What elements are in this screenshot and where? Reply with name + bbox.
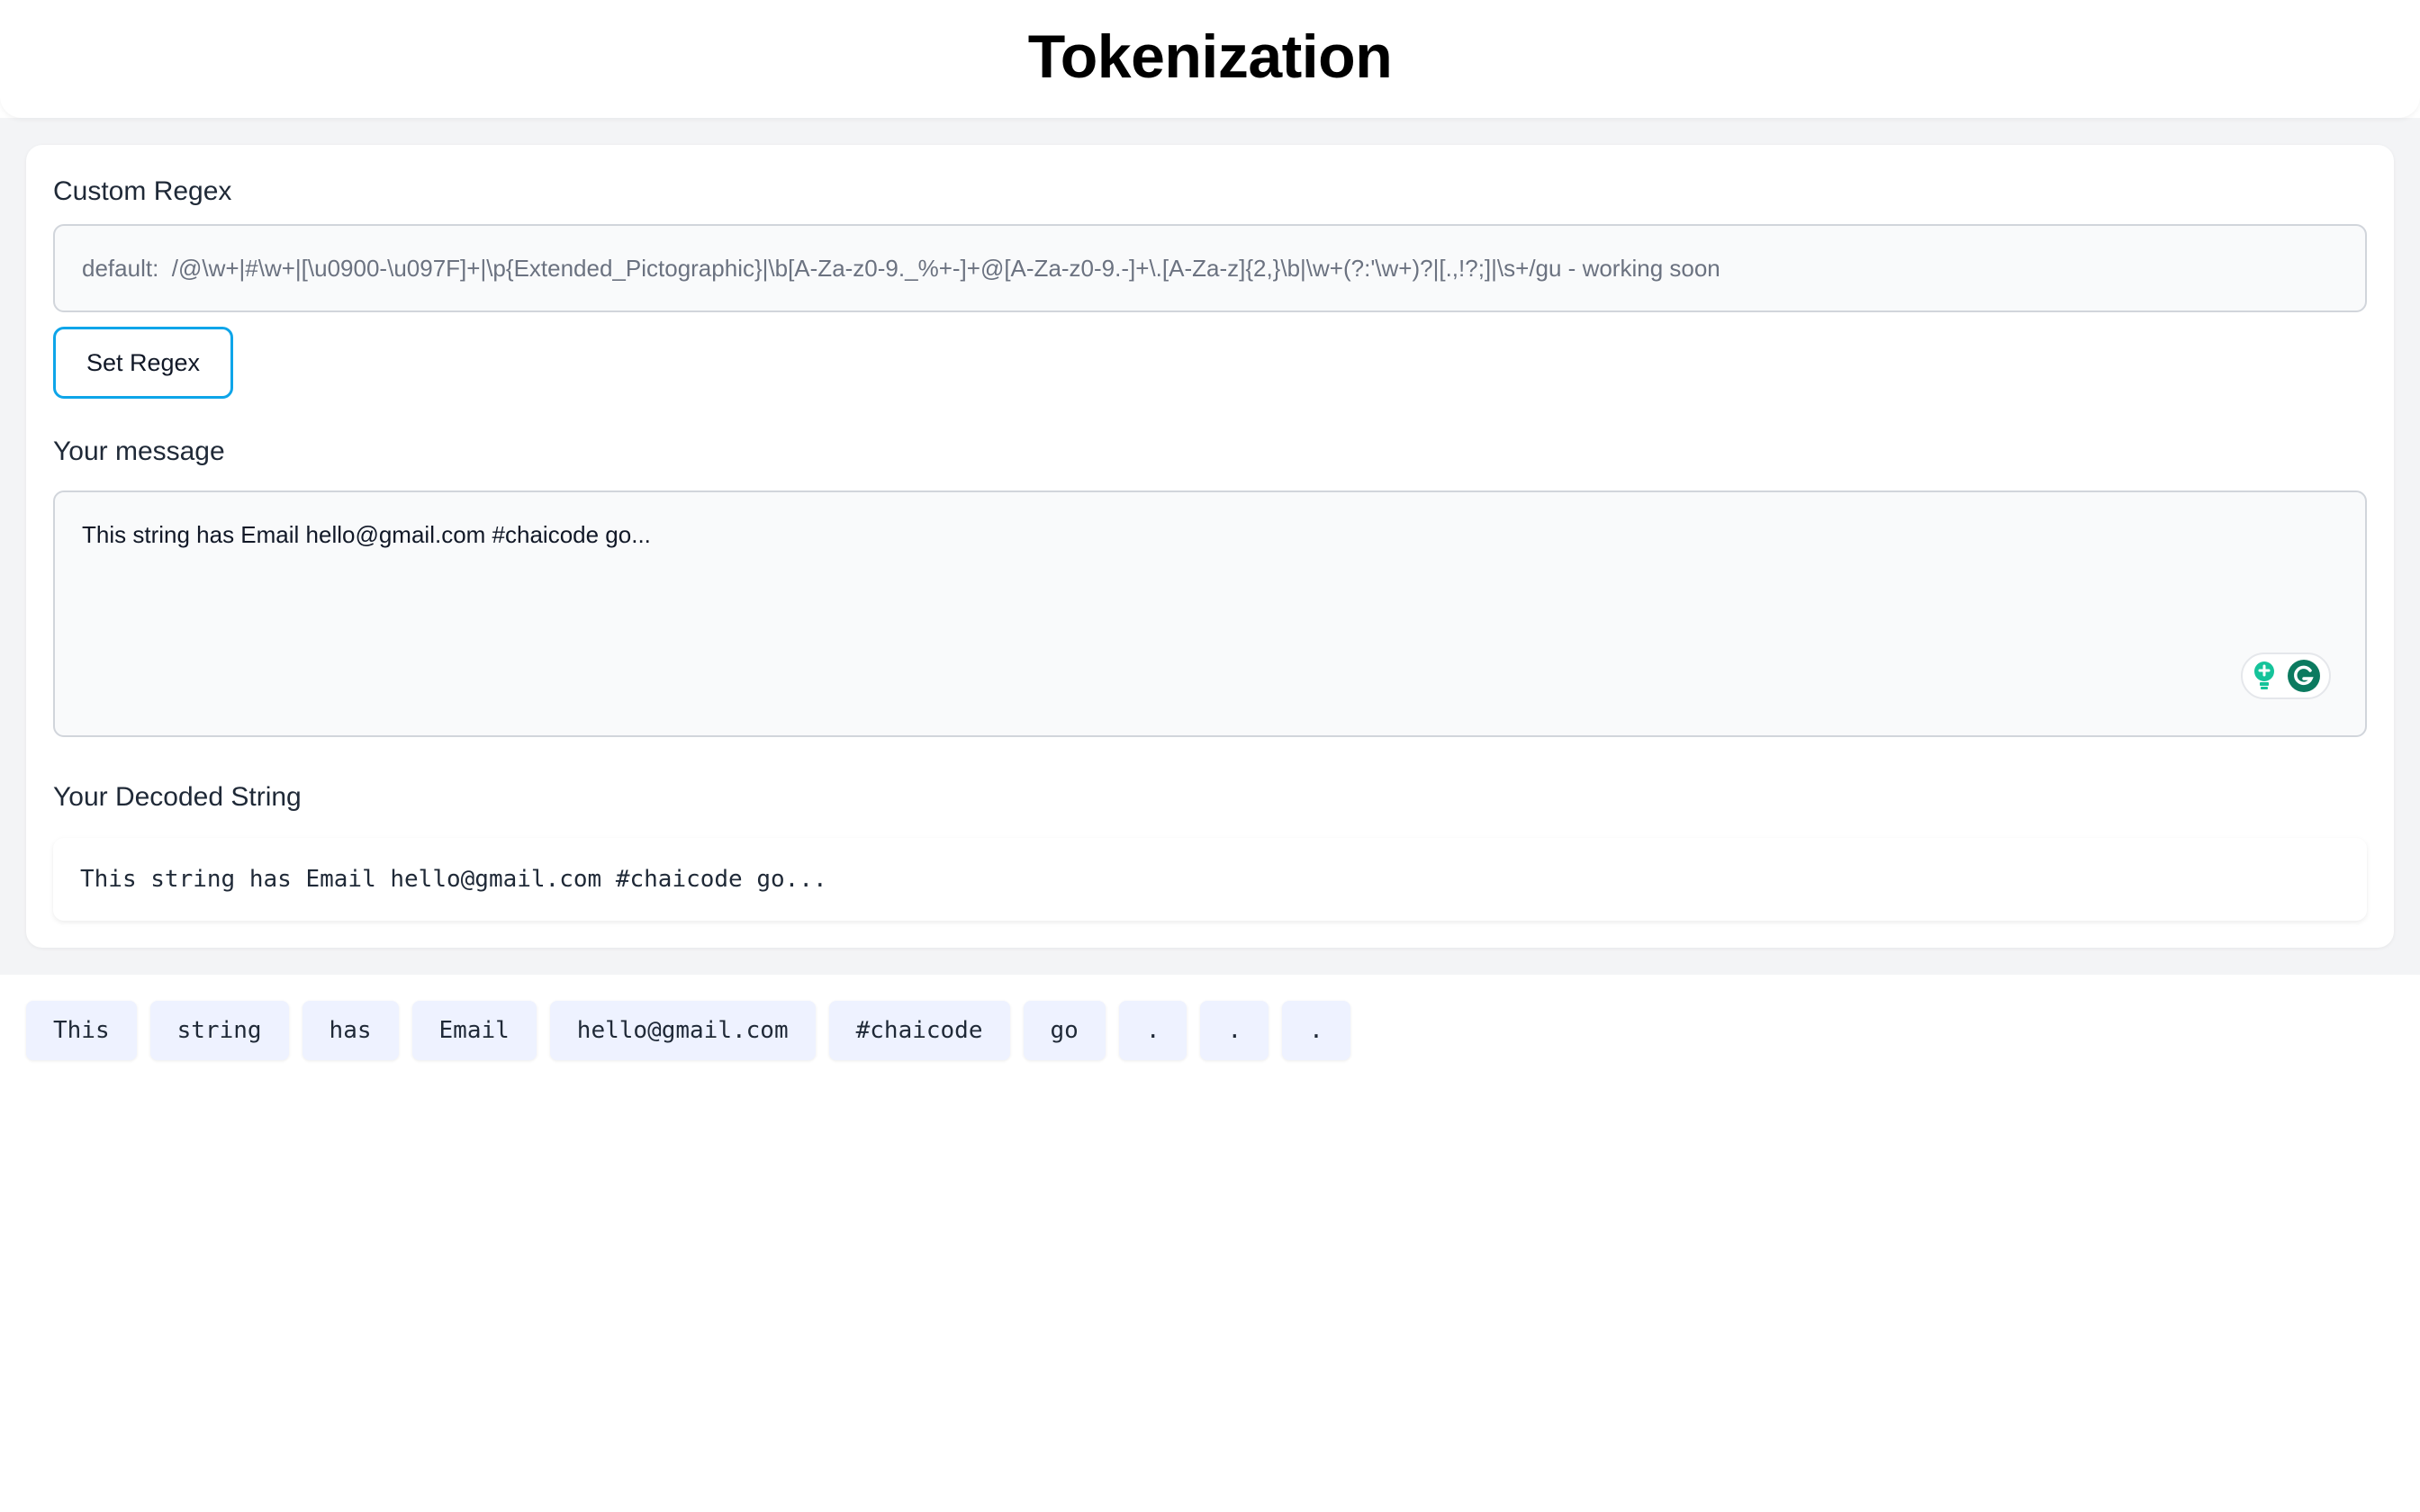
token-chip: . [1118, 1001, 1187, 1060]
set-regex-button[interactable]: Set Regex [53, 327, 233, 399]
page-title: Tokenization [1027, 22, 1393, 91]
token-chip: This [26, 1001, 137, 1060]
message-textarea[interactable]: This string has Email hello@gmail.com #c… [53, 490, 2367, 737]
grammarly-widget[interactable] [2241, 652, 2331, 699]
grammarly-g-icon[interactable] [2287, 659, 2321, 693]
token-chip: go [1023, 1001, 1106, 1060]
token-chip: #chaicode [828, 1001, 1010, 1060]
token-chip: . [1282, 1001, 1350, 1060]
token-chip: hello@gmail.com [549, 1001, 816, 1060]
decoded-label: Your Decoded String [53, 782, 302, 812]
page-header: Tokenization [0, 0, 2420, 118]
decoded-output: This string has Email hello@gmail.com #c… [53, 838, 2367, 921]
token-chip: . [1200, 1001, 1269, 1060]
custom-regex-label: Custom Regex [53, 176, 232, 206]
custom-regex-input[interactable] [53, 224, 2367, 312]
message-label: Your message [53, 436, 225, 466]
token-chip: has [302, 1001, 399, 1060]
token-chip: string [149, 1001, 289, 1060]
token-chip: Email [411, 1001, 537, 1060]
tokenizer-card: Custom Regex Set Regex Your message This… [26, 145, 2394, 948]
lightbulb-icon[interactable] [2251, 661, 2278, 691]
token-list: This string has Email hello@gmail.com #c… [26, 1001, 1350, 1060]
